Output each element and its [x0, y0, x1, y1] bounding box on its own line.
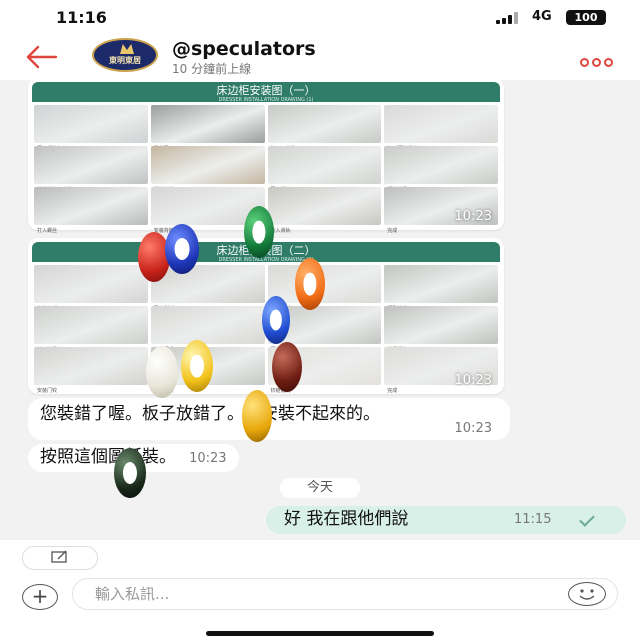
instruction-photo: 放入五金件 [267, 105, 382, 152]
instruction-photo: 装入滑轨 [267, 187, 382, 234]
edit-button[interactable] [22, 546, 98, 570]
image-message-1[interactable]: 床边柜安装图（一） DRESSER INSTALLATION DRAWING (… [28, 80, 504, 234]
photo-caption: 完成 [387, 388, 398, 394]
avatar-logo-icon [120, 44, 134, 54]
billiard-ball-icon [295, 258, 325, 310]
instruction-photo: 固定螺丝 [267, 146, 382, 193]
billiard-ball-icon [244, 206, 274, 258]
instruction-photo: 装入抽屉 [34, 306, 148, 353]
billiard-ball-icon [181, 340, 213, 392]
instruction-photo: 打入预制螺丝钉 [384, 105, 498, 152]
billiard-ball-icon [242, 390, 272, 442]
edit-icon [51, 550, 67, 563]
signal-icon [496, 12, 522, 24]
instruction-photo: 调整铰链 [384, 265, 498, 312]
outgoing-message[interactable]: 好 我在跟他們說 11:15 [266, 506, 626, 534]
sheet-header: 床边柜安装图（一） DRESSER INSTALLATION DRAWING (… [32, 82, 500, 103]
message-time: 10:23 [454, 421, 492, 436]
date-divider: 今天 [280, 478, 360, 498]
input-area: + [0, 540, 640, 640]
sheet-subtitle: DRESSER INSTALLATION DRAWING (1) [218, 97, 314, 103]
instruction-photo: 展开纸箱包 [34, 105, 148, 152]
message-input[interactable] [72, 578, 618, 610]
instruction-photo: 侧板安装 [150, 146, 265, 193]
avatar[interactable]: 東明東居 [92, 38, 158, 72]
photo-caption: 安装门铰 [37, 388, 58, 394]
billiard-ball-icon [272, 342, 302, 392]
instruction-photo: 安装门铰 [34, 347, 148, 394]
instruction-photo: 固定侧板 [150, 265, 265, 312]
instruction-photo: 将板材按方向拼 [34, 146, 148, 193]
message-text: 按照這個圖紙裝。 [40, 447, 176, 467]
image-timestamp: 10:23 [454, 373, 492, 388]
billiard-ball-icon [114, 448, 146, 498]
battery-icon: 100 [566, 10, 606, 25]
instruction-photo: 组装抽屉 [384, 146, 498, 193]
chat-header: 東明東居 @speculators 10 分鐘前上線 [0, 34, 640, 80]
sheet-title: 床边柜安装图（一） [216, 84, 316, 97]
more-dots-icon[interactable] [580, 52, 620, 67]
image-timestamp: 10:23 [454, 209, 492, 224]
message-text: 好 我在跟他們說 [284, 509, 409, 529]
billiard-ball-icon [146, 346, 178, 398]
chat-area[interactable]: 床边柜安装图（一） DRESSER INSTALLATION DRAWING (… [0, 80, 640, 540]
add-circle-icon[interactable]: + [22, 584, 58, 610]
instruction-photo: 打入螺丝 [34, 187, 148, 234]
photo-caption: 打入螺丝 [37, 228, 58, 234]
back-arrow-icon[interactable] [22, 42, 62, 72]
contact-name[interactable]: @speculators [172, 38, 316, 60]
avatar-text: 東明東居 [109, 56, 141, 65]
photo-caption: 完成 [387, 228, 398, 234]
instruction-photo: 锁紧螺丝 [384, 306, 498, 353]
read-check-icon [579, 511, 595, 527]
instruction-photo: 安装把手 [150, 306, 265, 353]
billiard-ball-icon [262, 296, 290, 344]
message-time: 11:15 [514, 512, 552, 527]
message-text: 您裝錯了喔。板子放錯了。是安裝不起來的。 [40, 404, 380, 424]
instruction-photo: 零件展示 [150, 105, 265, 152]
network-label: 4G [532, 9, 552, 24]
message-time: 10:23 [189, 451, 227, 466]
home-indicator [206, 631, 434, 636]
billiard-ball-icon [165, 224, 199, 274]
contact-status: 10 分鐘前上線 [172, 62, 252, 76]
emoji-icon[interactable] [568, 582, 606, 606]
instruction-photo: 安装底板 [34, 265, 148, 312]
sheet-subtitle: DRESSER INSTALLATION DRAWING (2) [218, 257, 314, 263]
status-bar: 11:16 4G 100 [0, 0, 640, 34]
status-time: 11:16 [56, 8, 107, 27]
